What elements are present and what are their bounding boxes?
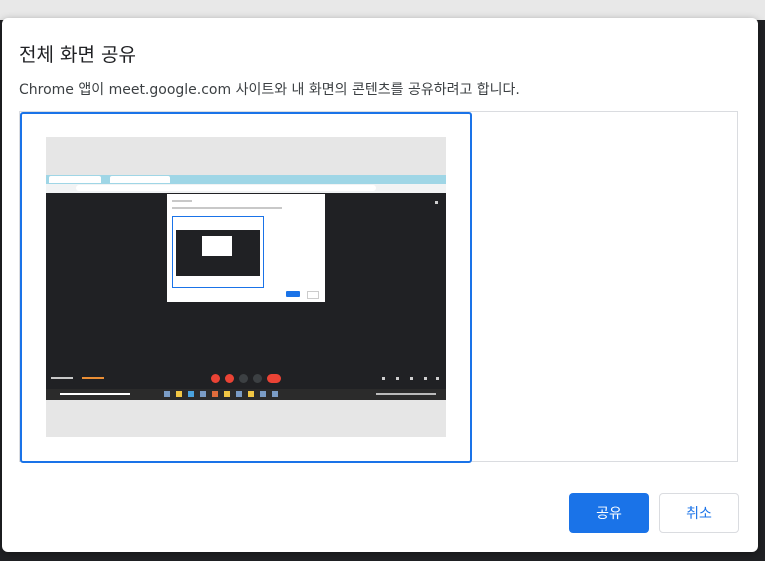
share-screen-dialog: 전체 화면 공유 Chrome 앱이 meet.google.com 사이트와 …	[2, 18, 758, 552]
screen-tile-entire-screen[interactable]	[20, 112, 472, 463]
screen-preview-thumbnail	[46, 137, 446, 437]
backdrop	[0, 0, 765, 20]
screen-list	[19, 111, 738, 463]
dialog-actions: 공유 취소	[2, 493, 758, 533]
dialog-description: Chrome 앱이 meet.google.com 사이트와 내 화면의 콘텐츠…	[19, 82, 520, 98]
share-button[interactable]: 공유	[569, 493, 649, 533]
cancel-button[interactable]: 취소	[659, 493, 739, 533]
dialog-title: 전체 화면 공유	[19, 44, 136, 66]
screen-preview-image	[46, 175, 446, 400]
